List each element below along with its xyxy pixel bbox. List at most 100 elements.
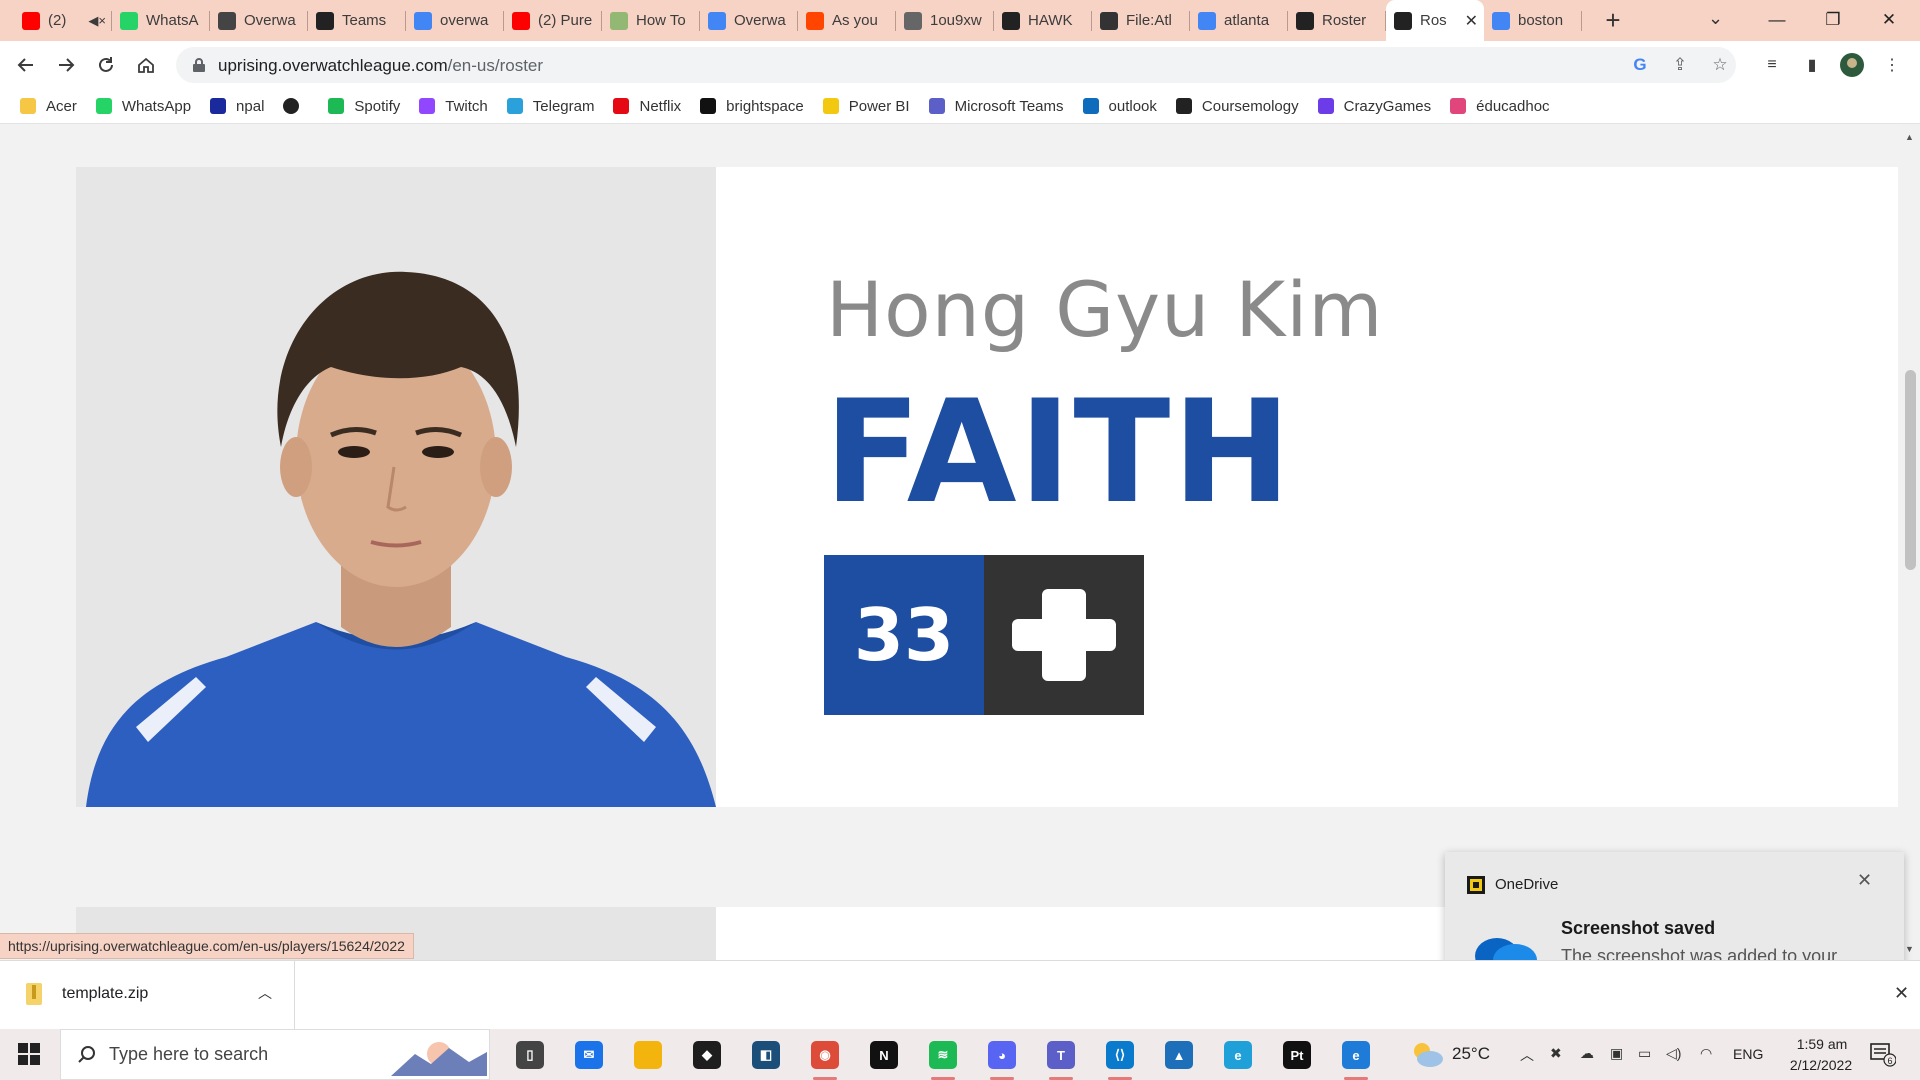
bookmark-item[interactable]: npal xyxy=(210,95,264,117)
back-button[interactable] xyxy=(10,49,42,81)
bookmark-star-icon[interactable]: ☆ xyxy=(1710,55,1730,75)
bookmark-item[interactable]: WhatsApp xyxy=(95,95,191,117)
show-hidden-icons-chevron-icon[interactable]: ︿ xyxy=(1520,1045,1534,1065)
taskbar-app-app-blue[interactable]: ◧ xyxy=(744,1035,788,1075)
notification-center-icon[interactable]: 6 xyxy=(1870,1043,1896,1067)
tab[interactable]: WhatsA xyxy=(112,0,210,41)
bookmark-item[interactable]: outlook xyxy=(1082,95,1157,117)
downloads-close-icon[interactable]: ✕ xyxy=(1894,983,1909,1004)
tab[interactable]: 1ou9xw xyxy=(896,0,994,41)
bookmark-item[interactable]: Microsoft Teams xyxy=(928,95,1064,117)
spotify-icon: ≋ xyxy=(929,1041,957,1069)
network-warning-icon[interactable]: ✖ xyxy=(1550,1045,1562,1062)
taskbar-app-file-explorer[interactable] xyxy=(626,1035,670,1075)
bookmark-item[interactable]: CrazyGames xyxy=(1317,95,1431,117)
bookmark-item[interactable]: Netflix xyxy=(613,95,681,117)
url-text[interactable]: uprising.overwatchleague.com/en-us/roste… xyxy=(218,56,543,76)
battery-icon[interactable]: ▭ xyxy=(1638,1045,1651,1062)
whatsapp-icon xyxy=(95,98,112,114)
tab[interactable]: Teams xyxy=(308,0,406,41)
taskbar-app-teams[interactable]: T xyxy=(1039,1035,1083,1080)
scroll-up-arrow-icon[interactable]: ▲ xyxy=(1905,132,1914,142)
tab[interactable]: boston xyxy=(1484,0,1582,41)
taskbar-app-mail[interactable]: ✉ xyxy=(567,1035,611,1075)
lock-icon[interactable] xyxy=(192,57,206,73)
chrome-menu-icon[interactable]: ⋮ xyxy=(1880,53,1904,77)
tab[interactable]: overwa xyxy=(406,0,504,41)
weather-temperature[interactable]: 25°C xyxy=(1452,1044,1490,1064)
tab-search-chevron-icon[interactable]: ⌄ xyxy=(1708,8,1723,29)
bookmark-label: outlook xyxy=(1108,97,1157,115)
toast-close-icon[interactable]: ✕ xyxy=(1857,870,1872,891)
taskbar-app-discord[interactable]: ◕ xyxy=(980,1035,1024,1080)
bookmark-item[interactable]: Twitch xyxy=(419,95,488,117)
tab[interactable]: As you xyxy=(798,0,896,41)
tab[interactable]: atlanta xyxy=(1190,0,1288,41)
tab-muted-icon[interactable]: ◀× xyxy=(88,13,106,29)
taskbar-app-vscode[interactable]: ⟨⟩ xyxy=(1098,1035,1142,1080)
bookmark-item[interactable]: Power BI xyxy=(822,95,910,117)
taskbar-app-edge-dev[interactable]: e xyxy=(1334,1035,1378,1080)
address-bar[interactable]: uprising.overwatchleague.com/en-us/roste… xyxy=(176,47,1736,83)
chevron-up-icon[interactable]: ︿ xyxy=(258,983,272,1003)
scroll-thumb[interactable] xyxy=(1905,370,1916,570)
clock-time[interactable]: 1:59 am xyxy=(1782,1036,1862,1052)
bookmark-label: Acer xyxy=(46,97,77,115)
windows-start-icon[interactable] xyxy=(18,1043,40,1065)
tab-active[interactable]: Ros ✕ xyxy=(1386,0,1484,41)
forward-button[interactable] xyxy=(50,49,82,81)
tab[interactable]: Overwa xyxy=(210,0,308,41)
share-icon[interactable]: ⇪ xyxy=(1670,55,1690,75)
home-button[interactable] xyxy=(130,49,162,81)
taskbar-app-chrome[interactable]: ◉ xyxy=(803,1035,847,1080)
bookmark-item[interactable]: Telegram xyxy=(506,95,595,117)
bookmark-item[interactable]: éducadhoc xyxy=(1450,95,1550,117)
tab[interactable]: How To xyxy=(602,0,700,41)
input-language[interactable]: ENG xyxy=(1733,1046,1763,1062)
window-close-button[interactable]: ✕ xyxy=(1866,4,1912,36)
download-item[interactable]: template.zip ︿ xyxy=(0,961,295,1029)
taskbar-app-edge[interactable]: e xyxy=(1216,1035,1260,1075)
tab-close-icon[interactable]: ✕ xyxy=(1465,11,1478,31)
restore-button[interactable]: ❐ xyxy=(1810,4,1856,36)
bookmark-item[interactable] xyxy=(283,95,309,117)
media-controls-icon[interactable]: ≡ xyxy=(1760,53,1784,77)
tab[interactable]: File:Atl xyxy=(1092,0,1190,41)
weather-partly-cloudy-icon[interactable] xyxy=(1410,1041,1444,1069)
player-card[interactable]: Hong Gyu Kim FAITH 33 xyxy=(76,167,1898,807)
taskbar-search-box[interactable]: Type here to search xyxy=(60,1029,490,1080)
bookmark-item[interactable]: Spotify xyxy=(328,95,400,117)
meet-now-icon[interactable]: ▣ xyxy=(1610,1045,1623,1062)
toast-app-name: OneDrive xyxy=(1495,876,1559,893)
tab[interactable]: Roster xyxy=(1288,0,1386,41)
scroll-down-arrow-icon[interactable]: ▼ xyxy=(1905,944,1914,954)
reload-button[interactable] xyxy=(90,49,122,81)
taskbar-app-dropbox[interactable]: ◆ xyxy=(685,1035,729,1075)
taskbar-app-netflix[interactable]: N xyxy=(862,1035,906,1075)
new-tab-button[interactable]: + xyxy=(1598,6,1628,36)
tab[interactable]: HAWK xyxy=(994,0,1092,41)
google-lens-icon[interactable]: G xyxy=(1630,55,1650,75)
profile-avatar[interactable] xyxy=(1840,53,1864,77)
tab[interactable]: Overwa xyxy=(700,0,798,41)
onedrive-tray-icon[interactable]: ☁ xyxy=(1580,1045,1594,1062)
clock-date[interactable]: 2/12/2022 xyxy=(1776,1057,1866,1073)
bookmark-label: Telegram xyxy=(532,97,595,115)
taskbar-app-task-view[interactable]: ▯ xyxy=(508,1035,552,1075)
tab-list: (2) ◀× WhatsA Overwa Teams overwa (2) Pure How … xyxy=(14,0,1582,41)
tab[interactable]: (2) Pure xyxy=(504,0,602,41)
volume-icon[interactable]: ◁) xyxy=(1666,1045,1681,1062)
side-panel-icon[interactable]: ▮ xyxy=(1800,53,1824,77)
page-scrollbar[interactable]: ▲ ▼ xyxy=(1900,124,1920,960)
minimize-button[interactable]: — xyxy=(1754,4,1800,36)
taskbar-app-spotify[interactable]: ≋ xyxy=(921,1035,965,1080)
taskbar-app-pycharm[interactable]: Pt xyxy=(1275,1035,1319,1075)
tab[interactable]: (2) ◀× xyxy=(14,0,112,41)
powerbi-icon xyxy=(822,98,839,114)
taskbar-app-photos[interactable]: ▲ xyxy=(1157,1035,1201,1075)
wifi-icon[interactable]: ◠ xyxy=(1700,1045,1712,1062)
download-file-name: template.zip xyxy=(62,985,149,1002)
bookmark-item[interactable]: Coursemology xyxy=(1175,95,1299,117)
bookmark-item[interactable]: Acer xyxy=(20,95,77,117)
bookmark-item[interactable]: brightspace xyxy=(700,95,804,117)
